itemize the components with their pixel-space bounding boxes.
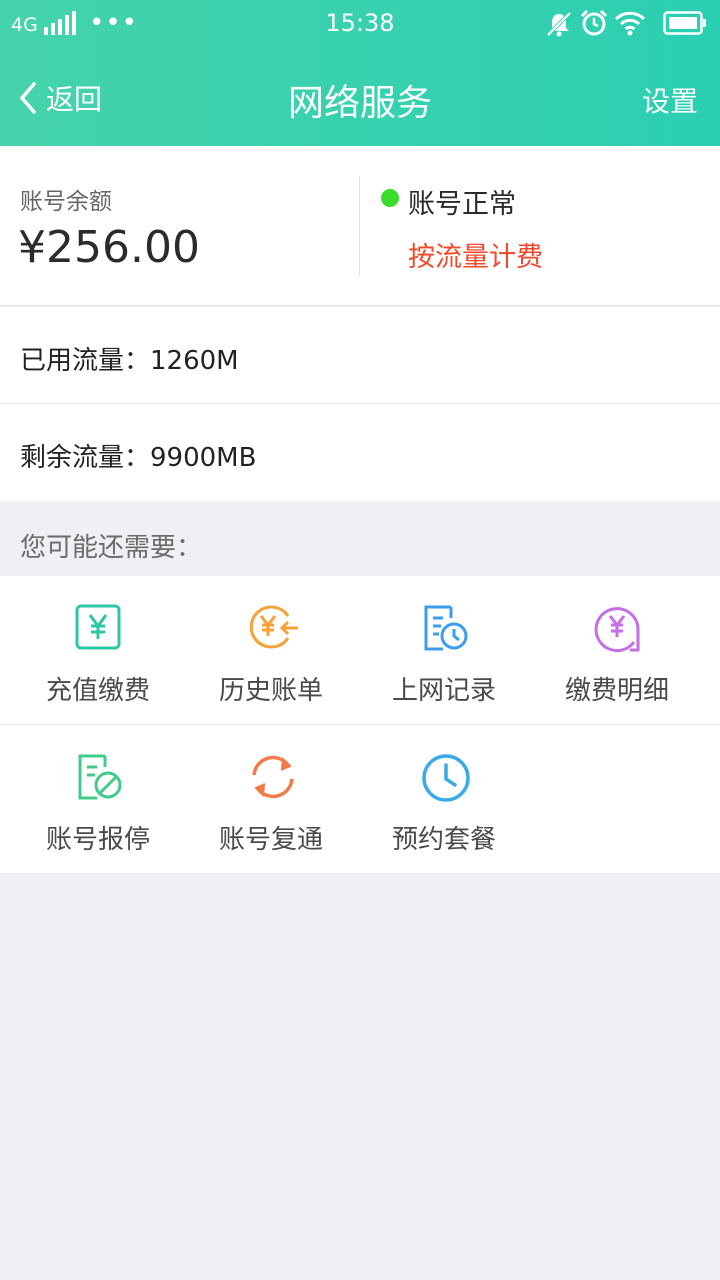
wifi-icon — [614, 10, 646, 40]
header: 4G ••• 15:38 返回 网络服务 设置 — [0, 0, 720, 146]
internet-record-icon — [424, 605, 468, 651]
account-suspend-button[interactable]: 账号报停 — [8, 725, 188, 873]
settings-button[interactable]: 设置 — [642, 80, 698, 120]
remaining-traffic-row: 剩余流量：9900MB — [0, 404, 720, 501]
history-bill-button[interactable]: 历史账单 — [181, 576, 361, 724]
balance-amount: ¥256.00 — [18, 222, 200, 273]
tile-label: 充值缴费 — [45, 676, 150, 706]
suggestion-heading: 您可能还需要： — [20, 533, 203, 563]
alarm-icon — [580, 9, 608, 41]
billing-mode: 按流量计费 — [408, 242, 543, 273]
recharge-button[interactable]: 充值缴费 — [8, 576, 188, 724]
account-status: 账号正常 — [408, 189, 516, 220]
action-grid: 充值缴费 历史账单 上网记录 缴费明细 账号报停 账号复通 预约套餐 — [0, 576, 720, 873]
tile-label: 上网记录 — [391, 676, 496, 706]
reserve-plan-button[interactable]: 预约套餐 — [354, 725, 534, 873]
tile-label: 账号报停 — [45, 825, 150, 855]
history-bill-icon — [249, 605, 298, 649]
tile-label: 历史账单 — [218, 676, 323, 706]
internet-record-button[interactable]: 上网记录 — [354, 576, 534, 724]
clock: 15:38 — [325, 9, 395, 37]
chevron-left-icon — [20, 82, 36, 114]
page-title: 网络服务 — [287, 83, 432, 124]
nav-bar: 返回 网络服务 设置 — [0, 46, 720, 146]
status-dot-icon — [381, 189, 399, 207]
battery-icon — [663, 11, 707, 39]
payment-detail-icon — [594, 607, 640, 653]
tile-label: 预约套餐 — [391, 825, 496, 855]
remaining-traffic: 剩余流量：9900MB — [20, 443, 257, 473]
divider — [359, 176, 360, 276]
used-traffic-row: 已用流量：1260M — [0, 307, 720, 404]
tile-label: 账号复通 — [218, 825, 323, 855]
mute-icon — [545, 10, 573, 42]
status-bar: 4G ••• 15:38 — [0, 0, 720, 46]
account-restore-button[interactable]: 账号复通 — [181, 725, 361, 873]
tile-label: 缴费明细 — [564, 676, 669, 706]
back-label: 返回 — [46, 83, 103, 116]
back-button[interactable]: 返回 — [18, 80, 102, 116]
recharge-icon — [75, 604, 121, 650]
payment-detail-button[interactable]: 缴费明细 — [527, 576, 707, 724]
account-restore-icon — [252, 755, 294, 799]
account-summary: 账号余额 ¥256.00 账号正常 按流量计费 — [0, 146, 720, 306]
used-traffic: 已用流量：1260M — [20, 346, 239, 376]
balance-label: 账号余额 — [20, 189, 112, 215]
reserve-plan-icon — [422, 754, 470, 802]
account-suspend-icon — [78, 754, 122, 800]
